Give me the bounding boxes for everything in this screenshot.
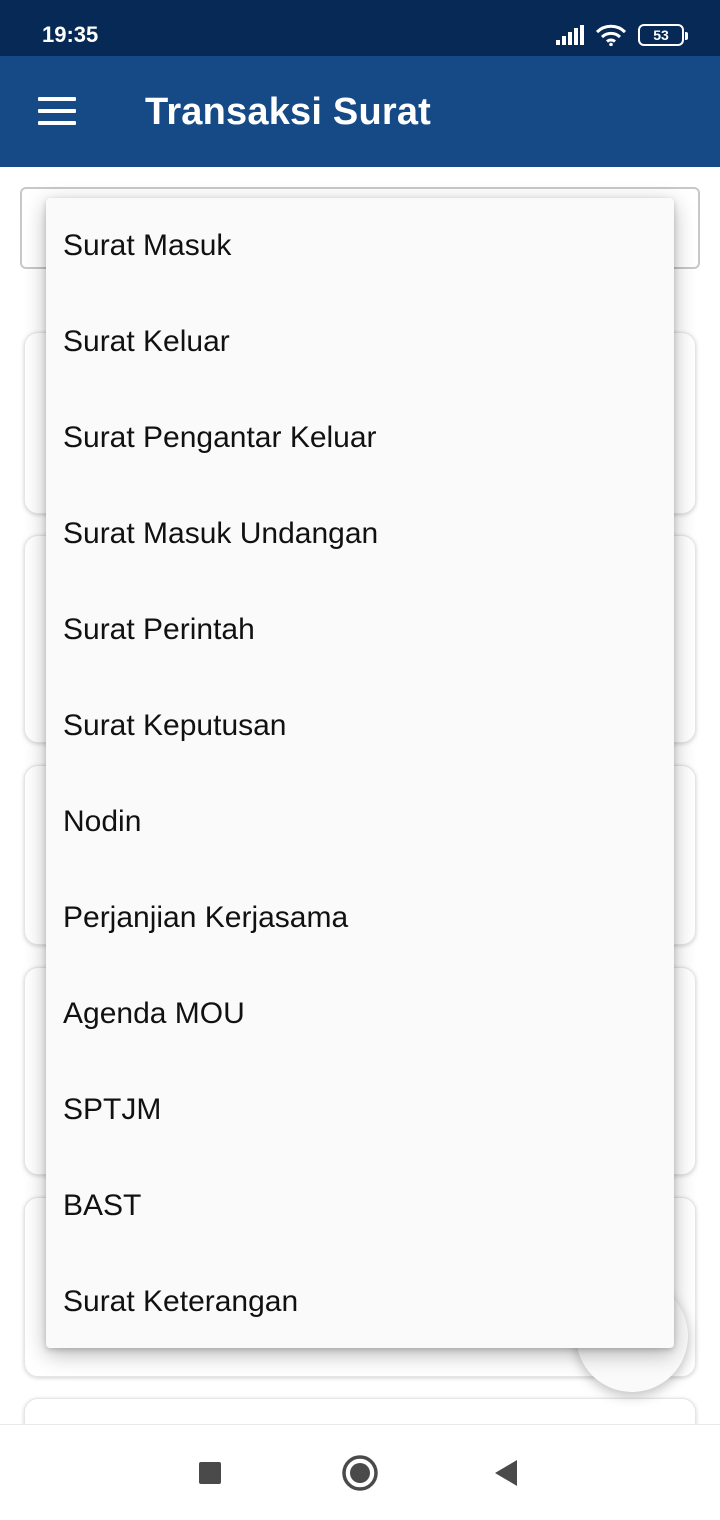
- hamburger-menu-icon[interactable]: [28, 86, 84, 136]
- back-icon[interactable]: [486, 1453, 526, 1493]
- dropdown-item-perjanjian-kerjasama[interactable]: Perjanjian Kerjasama: [46, 870, 674, 966]
- dropdown-item-bast[interactable]: BAST: [46, 1158, 674, 1254]
- dropdown-item-surat-masuk-undangan[interactable]: Surat Masuk Undangan: [46, 486, 674, 582]
- dropdown-item-surat-pengantar-keluar[interactable]: Surat Pengantar Keluar: [46, 390, 674, 486]
- app-bar: Transaksi Surat: [0, 56, 720, 167]
- status-bar: 19:35 53: [0, 0, 720, 56]
- status-icons: 53: [556, 22, 688, 48]
- page-title: Transaksi Surat: [145, 91, 432, 133]
- home-icon[interactable]: [340, 1453, 380, 1493]
- battery-level: 53: [653, 27, 669, 43]
- dropdown-item-agenda-mou[interactable]: Agenda MOU: [46, 966, 674, 1062]
- signal-icon: [556, 25, 584, 45]
- dropdown-item-surat-keputusan[interactable]: Surat Keputusan: [46, 678, 674, 774]
- dropdown-item-surat-keluar[interactable]: Surat Keluar: [46, 294, 674, 390]
- surat-type-dropdown: Surat Masuk Surat Keluar Surat Pengantar…: [46, 198, 674, 1348]
- dropdown-item-surat-keterangan[interactable]: Surat Keterangan: [46, 1254, 674, 1350]
- dropdown-item-sptjm[interactable]: SPTJM: [46, 1062, 674, 1158]
- system-nav-bar: [0, 1424, 720, 1520]
- battery-icon: 53: [638, 24, 688, 46]
- wifi-icon: [596, 24, 626, 46]
- dropdown-item-surat-masuk[interactable]: Surat Masuk: [46, 198, 674, 294]
- dropdown-item-surat-perintah[interactable]: Surat Perintah: [46, 582, 674, 678]
- dropdown-item-nodin[interactable]: Nodin: [46, 774, 674, 870]
- recent-apps-icon[interactable]: [190, 1453, 230, 1493]
- status-time: 19:35: [42, 22, 99, 47]
